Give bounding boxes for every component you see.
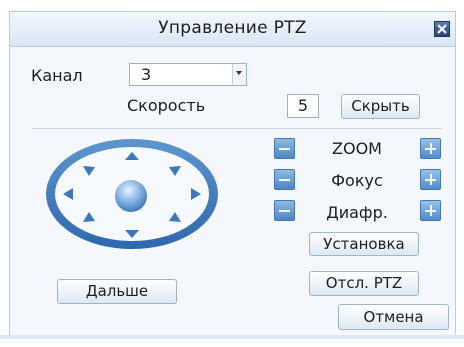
focus-label: Фокус	[331, 171, 383, 190]
zoom-label: ZOOM	[332, 139, 382, 158]
close-icon[interactable]	[434, 21, 450, 37]
iris-label: Диафр.	[326, 203, 388, 222]
dialog-title: Управление PTZ	[158, 18, 307, 38]
hide-button[interactable]: Скрыть	[341, 94, 420, 119]
window-bottom-edge	[0, 335, 464, 339]
chevron-down-icon[interactable]	[232, 64, 246, 85]
ptz-tracking-button[interactable]: Отсл. PTZ	[309, 271, 419, 296]
dpad-center-button[interactable]	[115, 180, 147, 212]
iris-plus-button[interactable]	[420, 200, 441, 221]
setup-button[interactable]: Установка	[309, 232, 419, 256]
channel-label: Канал	[31, 66, 83, 85]
speed-label: Скорость	[127, 96, 206, 115]
speed-input[interactable]: 5	[287, 94, 319, 118]
focus-minus-button[interactable]	[274, 169, 295, 190]
channel-select[interactable]: 3	[129, 63, 247, 86]
ptz-control-dialog: Управление PTZ Канал 3 Скорость 5 Скрыть	[9, 11, 456, 339]
cancel-button[interactable]: Отмена	[338, 304, 449, 330]
zoom-plus-button[interactable]	[420, 138, 441, 159]
direction-pad	[46, 139, 218, 249]
zoom-minus-button[interactable]	[274, 138, 295, 159]
iris-minus-button[interactable]	[274, 200, 295, 221]
next-button[interactable]: Дальше	[57, 279, 177, 304]
divider	[32, 128, 442, 129]
title-bar: Управление PTZ	[10, 12, 455, 47]
focus-plus-button[interactable]	[420, 169, 441, 190]
channel-value: 3	[141, 65, 152, 84]
screen: Управление PTZ Канал 3 Скорость 5 Скрыть	[0, 0, 464, 347]
